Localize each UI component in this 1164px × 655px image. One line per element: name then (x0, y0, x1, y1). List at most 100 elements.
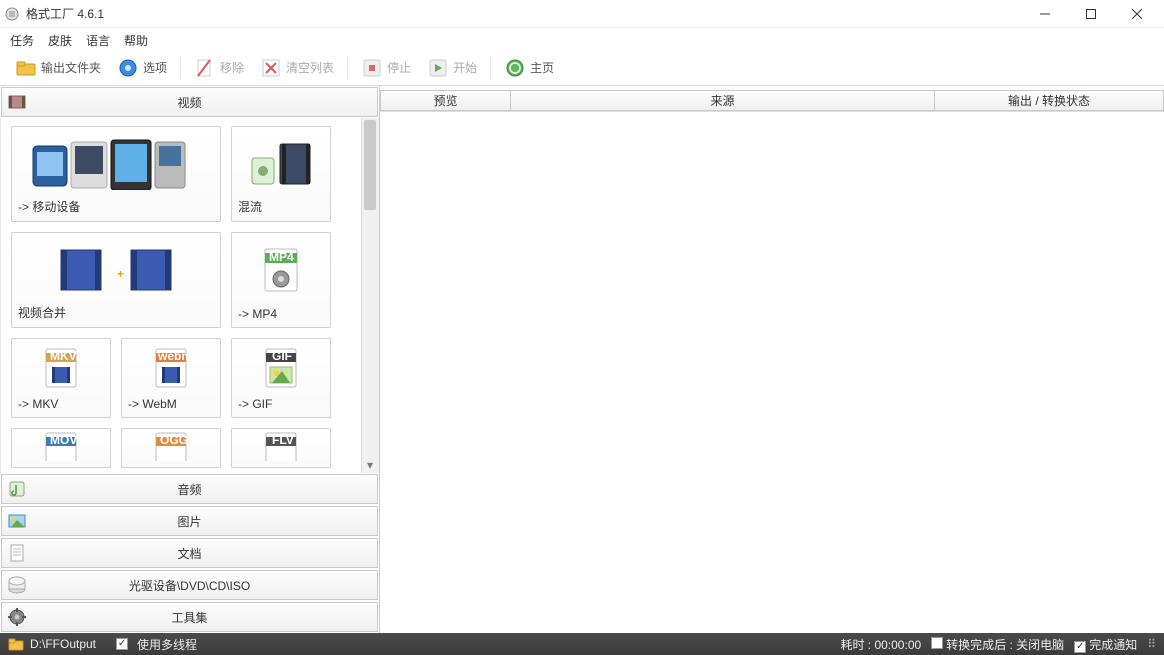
start-button[interactable]: 开始 (420, 54, 484, 82)
accordion-audio-label: 音频 (177, 481, 201, 498)
clear-label: 清空列表 (286, 59, 334, 76)
card-to-ogg[interactable]: OGG (121, 428, 221, 468)
card-to-webm-label: -> WebM (128, 393, 214, 411)
notify-checkbox[interactable] (1074, 641, 1086, 653)
col-output-status[interactable]: 输出 / 转换状态 (934, 90, 1164, 111)
menu-help[interactable]: 帮助 (124, 32, 148, 49)
mobile-devices-icon (18, 133, 214, 194)
scroll-down-icon[interactable]: ▾ (362, 457, 378, 473)
mp4-icon: MP4 (238, 239, 324, 303)
accordion-audio[interactable]: 音频 (1, 474, 378, 504)
ogg-icon: OGG (128, 431, 214, 461)
card-to-flv[interactable]: FLV (231, 428, 331, 468)
svg-text:OGG: OGG (160, 433, 188, 447)
col-preview[interactable]: 预览 (380, 90, 510, 111)
menu-language[interactable]: 语言 (86, 32, 110, 49)
start-icon (427, 57, 449, 79)
shutdown-checkbox[interactable] (931, 637, 943, 649)
toolbar-separator (490, 57, 491, 79)
stop-label: 停止 (387, 59, 411, 76)
col-source[interactable]: 来源 (510, 90, 934, 111)
card-to-mov[interactable]: MOV (11, 428, 111, 468)
card-to-mobile[interactable]: -> 移动设备 (11, 126, 221, 222)
svg-text:MKV: MKV (50, 349, 77, 363)
accordion-disc[interactable]: 光驱设备\DVD\CD\ISO (1, 570, 378, 600)
svg-text:webm: webm (157, 349, 192, 363)
remove-label: 移除 (220, 59, 244, 76)
folder-icon (15, 57, 37, 79)
menu-task[interactable]: 任务 (10, 32, 34, 49)
scrollbar[interactable]: ▴ ▾ (361, 118, 378, 473)
start-label: 开始 (453, 59, 477, 76)
gif-icon: GIF (238, 345, 324, 393)
accordion-document-label: 文档 (177, 545, 201, 562)
svg-text:MOV: MOV (50, 433, 77, 447)
accordion-picture[interactable]: 图片 (1, 506, 378, 536)
window-title: 格式工厂 4.6.1 (26, 5, 104, 22)
elapsed-label: 耗时 : (840, 638, 871, 652)
toolbar-separator (180, 57, 181, 79)
close-button[interactable] (1114, 0, 1160, 28)
svg-text:FLV: FLV (272, 433, 294, 447)
clear-icon (260, 57, 282, 79)
card-to-mkv-label: -> MKV (18, 393, 104, 411)
mkv-icon: MKV (18, 345, 104, 393)
elapsed-value: 00:00:00 (874, 638, 921, 652)
accordion-picture-label: 图片 (177, 513, 201, 530)
svg-text:GIF: GIF (272, 349, 292, 363)
card-mux[interactable]: 混流 (231, 126, 331, 222)
maximize-button[interactable] (1068, 0, 1114, 28)
card-video-merge[interactable]: + 视频合并 (11, 232, 221, 328)
remove-icon (194, 57, 216, 79)
task-list-area (380, 112, 1164, 633)
status-folder-icon[interactable] (8, 636, 24, 652)
toolbar-separator (347, 57, 348, 79)
scroll-thumb[interactable] (364, 120, 376, 210)
card-to-gif[interactable]: GIF -> GIF (231, 338, 331, 418)
app-icon (4, 6, 20, 22)
accordion-document[interactable]: 文档 (1, 538, 378, 568)
clear-list-button[interactable]: 清空列表 (253, 54, 341, 82)
flv-icon: FLV (238, 431, 324, 461)
disc-icon (6, 574, 28, 596)
card-mux-label: 混流 (238, 194, 324, 215)
svg-text:+: + (117, 267, 124, 281)
options-label: 选项 (143, 59, 167, 76)
card-to-mobile-label: -> 移动设备 (18, 194, 214, 215)
remove-button[interactable]: 移除 (187, 54, 251, 82)
picture-icon (6, 510, 28, 532)
options-button[interactable]: 选项 (110, 54, 174, 82)
stop-button[interactable]: 停止 (354, 54, 418, 82)
accordion-tools[interactable]: 工具集 (1, 602, 378, 632)
accordion-disc-label: 光驱设备\DVD\CD\ISO (129, 577, 250, 594)
card-to-gif-label: -> GIF (238, 393, 324, 411)
stop-icon (361, 57, 383, 79)
audio-icon (6, 478, 28, 500)
card-to-mkv[interactable]: MKV -> MKV (11, 338, 111, 418)
merge-icon: + (18, 239, 214, 300)
home-button[interactable]: 主页 (497, 54, 561, 82)
menu-skin[interactable]: 皮肤 (48, 32, 72, 49)
webm-icon: webm (128, 345, 214, 393)
svg-text:MP4: MP4 (269, 250, 294, 264)
output-folder-label: 输出文件夹 (41, 59, 101, 76)
accordion-video-label: 视频 (177, 94, 201, 111)
document-icon (6, 542, 28, 564)
minimize-button[interactable] (1022, 0, 1068, 28)
status-grip-icon: ⠿ (1147, 637, 1156, 651)
multithread-label: 使用多线程 (137, 636, 197, 653)
shutdown-label: 转换完成后 : 关闭电脑 (946, 638, 1064, 652)
home-label: 主页 (530, 59, 554, 76)
mov-icon: MOV (18, 431, 104, 461)
card-to-mp4[interactable]: MP4 -> MP4 (231, 232, 331, 328)
notify-label: 完成通知 (1089, 638, 1137, 652)
output-folder-button[interactable]: 输出文件夹 (8, 54, 108, 82)
accordion-tools-label: 工具集 (171, 609, 207, 626)
card-to-webm[interactable]: webm -> WebM (121, 338, 221, 418)
accordion-video[interactable]: 视频 (1, 87, 378, 117)
video-icon (6, 91, 28, 113)
multithread-checkbox[interactable] (116, 638, 128, 650)
home-icon (504, 57, 526, 79)
status-output-path[interactable]: D:\FFOutput (30, 637, 96, 651)
card-to-mp4-label: -> MP4 (238, 303, 324, 321)
